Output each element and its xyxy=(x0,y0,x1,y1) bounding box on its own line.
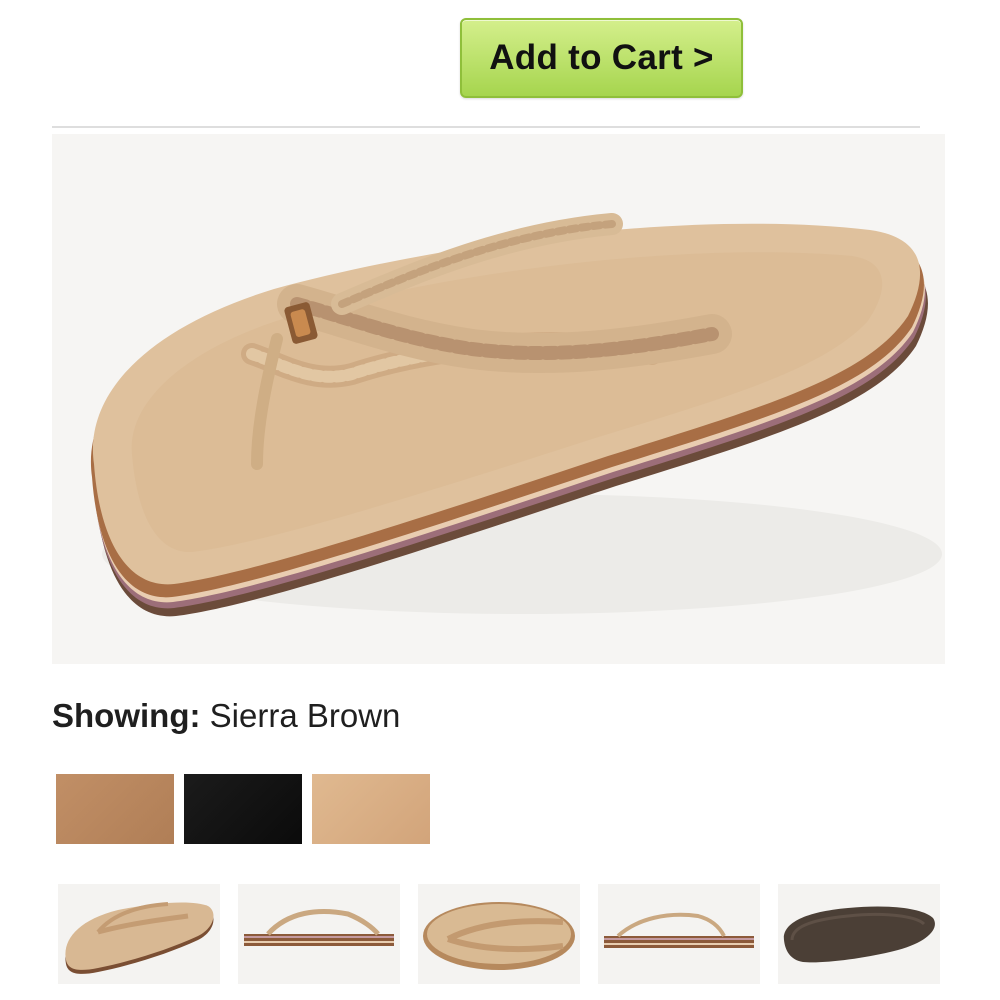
sandal-top-view-icon xyxy=(423,902,575,970)
showing-label: Showing: xyxy=(52,697,201,734)
swatch-light[interactable] xyxy=(312,774,430,844)
section-divider xyxy=(52,126,920,128)
main-product-image xyxy=(52,134,945,664)
showing-value: Sierra Brown xyxy=(209,697,401,734)
thumbnail-side-view[interactable] xyxy=(238,884,400,984)
thumbnail-side-view-2[interactable] xyxy=(598,884,760,984)
swatch-sierra-brown[interactable] xyxy=(56,774,174,844)
swatch-black[interactable] xyxy=(184,774,302,844)
thumbnail-top-view[interactable] xyxy=(418,884,580,984)
selected-color-label: Showing: Sierra Brown xyxy=(52,697,400,735)
sandal-sole-view-icon xyxy=(783,906,935,963)
product-page: Add to Cart > Showing: Sierra Brown xyxy=(0,0,1000,1000)
add-to-cart-label: Add to Cart > xyxy=(489,38,714,77)
sandal-side-view-icon xyxy=(604,912,754,948)
sandal-side-view-icon xyxy=(244,909,394,946)
sandal-angle-view-icon xyxy=(65,902,214,974)
add-to-cart-button[interactable]: Add to Cart > xyxy=(460,18,743,98)
sandal-image xyxy=(90,213,942,617)
thumbnail-angle-view[interactable] xyxy=(58,884,220,984)
thumbnail-sole-view[interactable] xyxy=(778,884,940,984)
